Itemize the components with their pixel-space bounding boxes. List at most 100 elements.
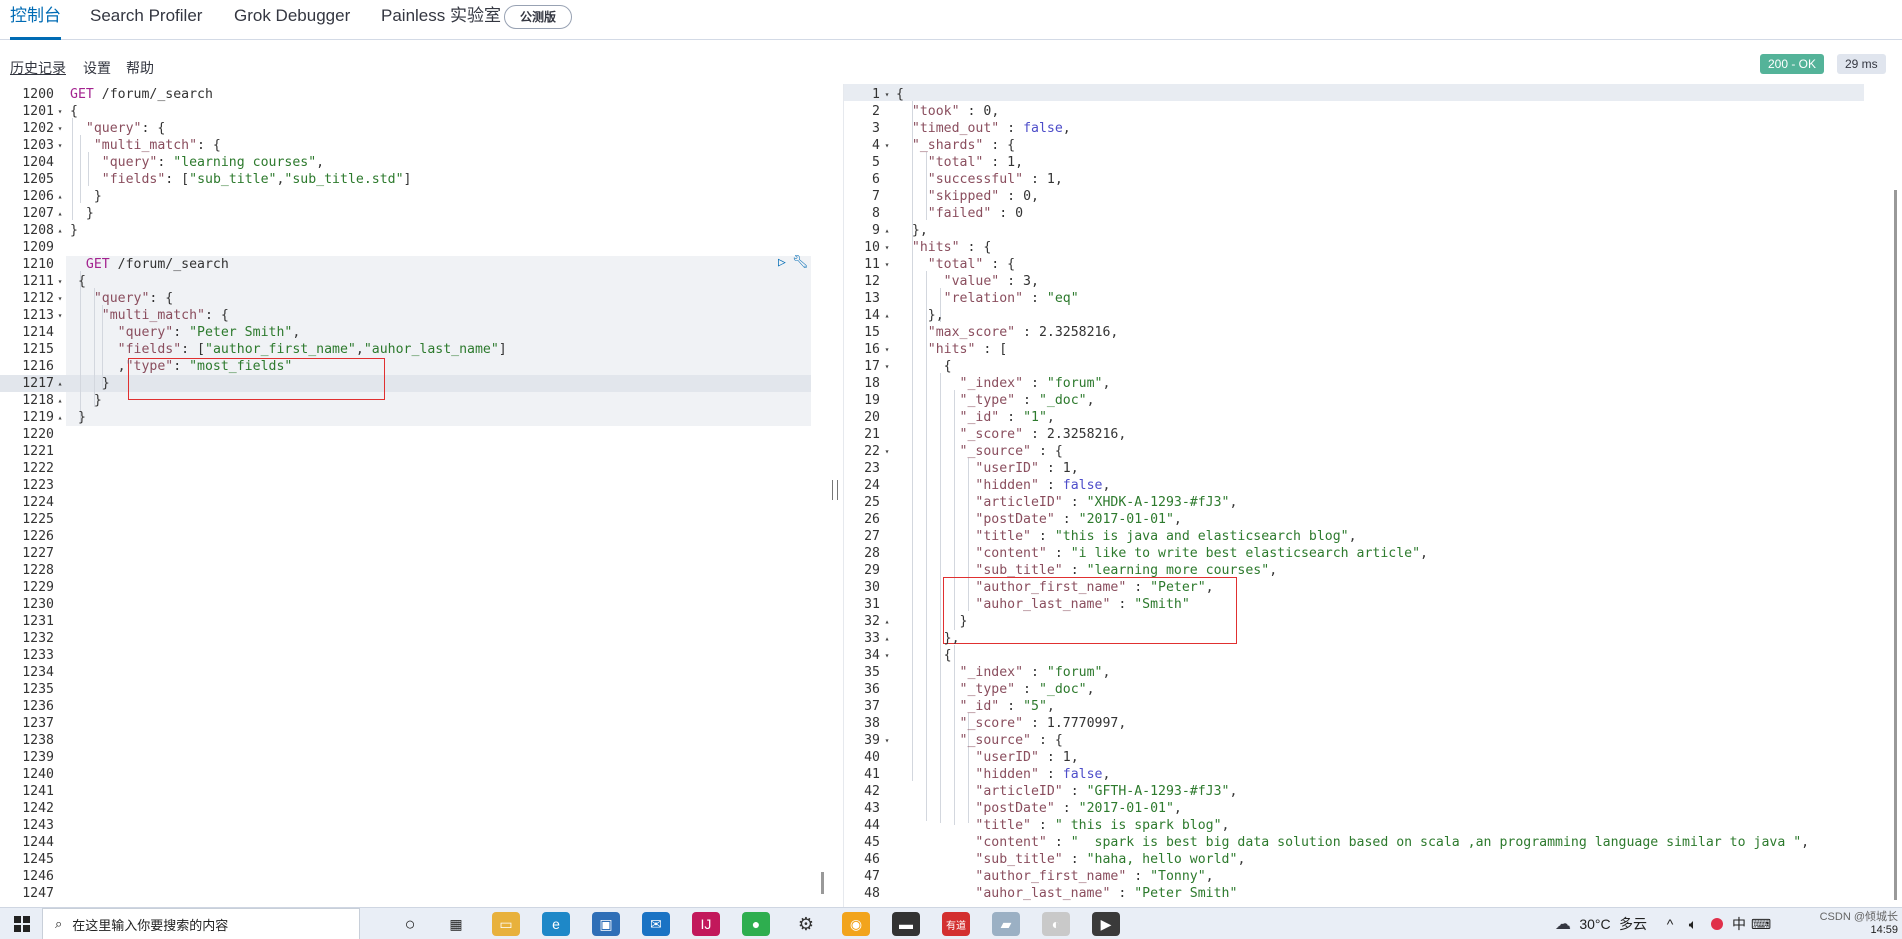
unfold-marker-icon[interactable]: ▴ — [882, 630, 892, 647]
tab-painless-lab[interactable]: Painless 实验室 — [381, 0, 501, 40]
code-text: ,"type": "most_fields" — [70, 359, 293, 374]
windows-taskbar: ⌕ 在这里输入你要搜索的内容 ○ ▦ ▭ e ▣ ✉ IJ ● ⚙ ◉ ▬ 有道… — [0, 907, 1902, 939]
response-text: "userID" : 1, — [975, 461, 1079, 476]
status-badge: 200 - OK — [1760, 54, 1825, 74]
line-number: 1222 — [22, 461, 54, 476]
unfold-marker-icon[interactable]: ▴ — [882, 613, 892, 630]
fold-toggle-icon[interactable]: ▾ — [882, 239, 892, 256]
response-viewer[interactable]: 1 ▾{2 "took" : 0, 3 "timed_out" : false, 4 ▾… — [843, 84, 1898, 907]
file-explorer-icon[interactable]: ▭ — [492, 912, 520, 936]
fold-toggle-icon[interactable]: ▾ — [882, 647, 892, 664]
chevron-up-icon[interactable]: ^ — [1660, 908, 1680, 939]
media-player-icon[interactable]: ▶ — [1092, 912, 1120, 936]
pane-resize-handle[interactable] — [832, 480, 838, 500]
code-line: 1202 ▾ "query": { — [0, 120, 820, 137]
code-text: "multi_match": { — [101, 308, 229, 323]
edge-browser-icon[interactable]: e — [542, 912, 570, 936]
fold-toggle-icon[interactable]: ▾ — [882, 358, 892, 375]
unfold-marker-icon[interactable]: ▴ — [55, 375, 65, 392]
app-icon[interactable]: ◉ — [842, 912, 870, 936]
line-number: 1233 — [22, 648, 54, 663]
app-icon[interactable]: ◐ — [1042, 912, 1070, 936]
fold-toggle-icon[interactable]: ▾ — [882, 256, 892, 273]
code-line: 1209 — [0, 239, 820, 256]
response-text: "content" : " spark is best big data sol… — [975, 835, 1810, 850]
fold-toggle-icon[interactable]: ▾ — [882, 341, 892, 358]
notes-icon[interactable]: ▰ — [992, 912, 1020, 936]
line-number: 1241 — [22, 784, 54, 799]
line-number: 25 — [864, 495, 880, 510]
tab-grok-debugger[interactable]: Grok Debugger — [234, 0, 350, 40]
code-text: "fields": ["sub_title","sub_title.std"] — [101, 172, 412, 187]
fold-toggle-icon[interactable]: ▾ — [55, 137, 65, 154]
tab-console[interactable]: 控制台 — [10, 0, 61, 40]
terminal-icon[interactable]: ▬ — [892, 912, 920, 936]
taskbar-search-input[interactable]: ⌕ 在这里输入你要搜索的内容 — [42, 908, 360, 939]
fold-toggle-icon[interactable]: ▾ — [55, 290, 65, 307]
line-number: 20 — [864, 410, 880, 425]
unfold-marker-icon[interactable]: ▴ — [55, 222, 65, 239]
code-text: "query": "Peter Smith", — [117, 325, 301, 340]
response-scrollbar[interactable] — [1894, 190, 1897, 900]
code-line: 1216 ,"type": "most_fields" — [0, 358, 820, 375]
response-text: "auhor_last_name" : "Peter Smith" — [975, 886, 1238, 901]
line-number: 6 — [872, 172, 880, 187]
request-editor[interactable]: ▷ 🔧︎ 1200 GET /forum/_search 1201 ▾{1202 ▾ "q… — [0, 84, 820, 907]
unfold-marker-icon[interactable]: ▴ — [882, 222, 892, 239]
response-text: "_id" : "1", — [959, 410, 1055, 425]
line-number: 1208 — [22, 223, 54, 238]
volume-icon[interactable]: 🔈︎ — [1682, 908, 1704, 939]
response-text: "successful" : 1, — [927, 172, 1063, 187]
line-number: 21 — [864, 427, 880, 442]
fold-toggle-icon[interactable]: ▾ — [55, 103, 65, 120]
line-number: 1224 — [22, 495, 54, 510]
unfold-marker-icon[interactable]: ▴ — [882, 307, 892, 324]
line-number: 1240 — [22, 767, 54, 782]
task-view-icon[interactable]: ○ — [396, 912, 424, 936]
code-line: 27 "title" : "this is java and elasticse… — [844, 528, 1898, 545]
code-line: 8 "failed" : 0 — [844, 205, 1898, 222]
history-link[interactable]: 历史记录 — [10, 58, 66, 78]
request-scrollbar[interactable] — [821, 872, 824, 894]
response-text: }, — [896, 631, 960, 646]
fold-toggle-icon[interactable]: ▾ — [882, 732, 892, 749]
clock-area[interactable]: CSDN @倾城长 14:59 — [1762, 908, 1898, 939]
code-line: 1203 ▾ "multi_match": { — [0, 137, 820, 154]
wechat-icon[interactable]: ● — [742, 912, 770, 936]
settings-gear-icon[interactable]: ⚙ — [792, 912, 820, 936]
unfold-marker-icon[interactable]: ▴ — [55, 409, 65, 426]
fold-toggle-icon[interactable]: ▾ — [55, 120, 65, 137]
store-icon[interactable]: ▣ — [592, 912, 620, 936]
response-text: "total" : 1, — [927, 155, 1024, 170]
tray-app-icon[interactable] — [1708, 908, 1726, 939]
code-line: 1227 — [0, 545, 820, 562]
widgets-icon[interactable]: ▦ — [442, 912, 470, 936]
intellij-icon[interactable]: IJ — [692, 912, 720, 936]
line-number: 9 — [872, 223, 880, 238]
taskbar-search-placeholder: 在这里输入你要搜索的内容 — [72, 917, 229, 933]
code-line: 25 "articleID" : "XHDK-A-1293-#fJ3", — [844, 494, 1898, 511]
unfold-marker-icon[interactable]: ▴ — [55, 205, 65, 222]
line-number: 13 — [864, 291, 880, 306]
tab-search-profiler[interactable]: Search Profiler — [90, 0, 202, 40]
fold-toggle-icon[interactable]: ▾ — [882, 137, 892, 154]
youdao-icon[interactable]: 有道 — [942, 912, 970, 936]
line-number: 24 — [864, 478, 880, 493]
fold-toggle-icon[interactable]: ▾ — [882, 443, 892, 460]
unfold-marker-icon[interactable]: ▴ — [55, 188, 65, 205]
response-text: "skipped" : 0, — [927, 189, 1039, 204]
unfold-marker-icon[interactable]: ▴ — [55, 392, 65, 409]
mail-icon[interactable]: ✉ — [642, 912, 670, 936]
settings-link[interactable]: 设置 — [83, 58, 111, 78]
line-number: 12 — [864, 274, 880, 289]
windows-start-icon[interactable] — [10, 908, 34, 939]
fold-toggle-icon[interactable]: ▾ — [55, 307, 65, 324]
fold-toggle-icon[interactable]: ▾ — [882, 86, 892, 103]
code-line: 2 "took" : 0, — [844, 103, 1898, 120]
code-line: 1235 — [0, 681, 820, 698]
watermark-text: CSDN @倾城长 — [1819, 911, 1898, 923]
line-number: 40 — [864, 750, 880, 765]
fold-toggle-icon[interactable]: ▾ — [55, 273, 65, 290]
ime-indicator[interactable]: 中 — [1730, 908, 1748, 939]
help-link[interactable]: 帮助 — [126, 58, 154, 78]
